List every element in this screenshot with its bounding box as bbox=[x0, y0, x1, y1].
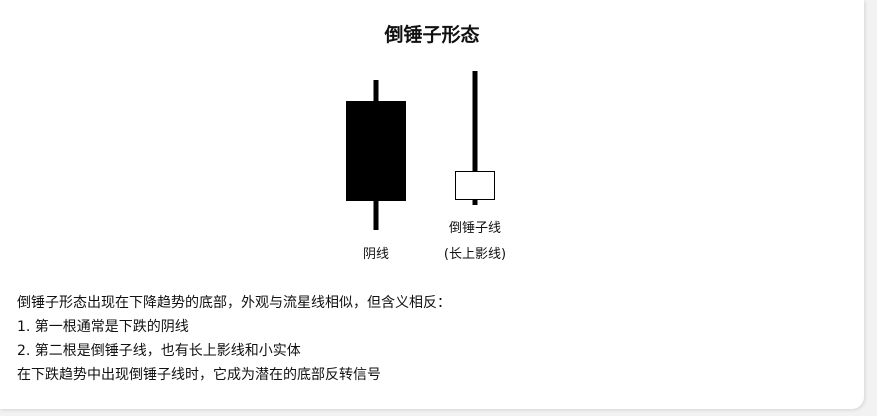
inverted-hammer-label: 倒锤子线 bbox=[448, 221, 501, 236]
description-line-signal: 在下跌趋势中出现倒锤子线时，它成为潜在的底部反转信号 bbox=[17, 367, 381, 383]
description-line-second-candle: 2. 第二根是倒锤子线，也有长上影线和小实体 bbox=[17, 343, 301, 359]
bearish-candle bbox=[346, 80, 406, 230]
inverted-hammer-body bbox=[455, 171, 495, 200]
inverted-hammer-sublabel: (长上影线) bbox=[443, 247, 507, 262]
bearish-candle-label: 阴线 bbox=[362, 247, 389, 262]
inverted-hammer-candle bbox=[455, 71, 495, 205]
description-line-first-candle: 1. 第一根通常是下跌的阴线 bbox=[17, 319, 189, 335]
description-line-intro: 倒锤子形态出现在下降趋势的底部，外观与流星线相似，但含义相反： bbox=[17, 295, 451, 311]
pattern-card: 倒锤子形态 阴线 倒锤子线 (长上影线) 倒锤子形态出现在下降趋势的底部，外观与… bbox=[0, 0, 864, 409]
bearish-candle-body bbox=[346, 101, 406, 201]
pattern-description: 倒锤子形态出现在下降趋势的底部，外观与流星线相似，但含义相反： 1. 第一根通常… bbox=[17, 291, 451, 387]
candlestick-diagram bbox=[346, 71, 495, 230]
